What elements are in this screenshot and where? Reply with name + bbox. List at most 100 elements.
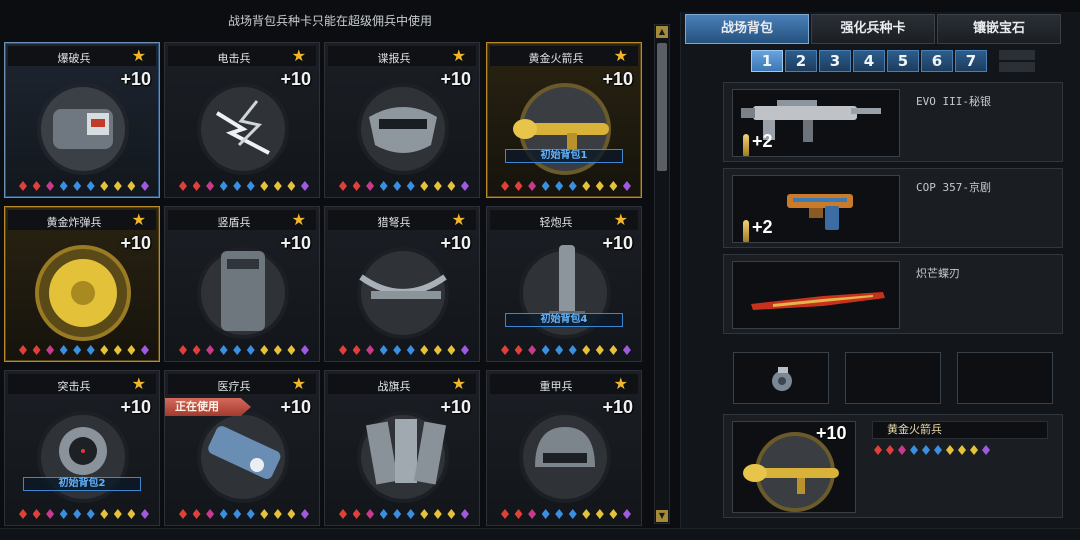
gem-icon [352,181,361,191]
gem-icon [19,509,27,519]
star-icon: ★ [451,46,466,65]
weapon-name: 炽芒蝶刃 [916,267,960,280]
soldier-card[interactable]: 猎弩兵 ★ +10 [324,206,480,362]
gem-icon [420,345,429,355]
soldier-card[interactable]: 战旗兵 ★ +10 [324,370,480,526]
soldier-card[interactable]: 黄金火箭兵 ★ +10 初始背包1 [486,42,642,198]
gem-icon [233,345,242,355]
gem-icon [622,345,631,355]
gem-icon [246,181,255,191]
gem-icon [206,181,215,191]
upgrade-level: +2 [752,131,773,151]
soldier-card[interactable]: 重甲兵 ★ +10 [486,370,642,526]
gem-icon [127,345,136,355]
card-title: 重甲兵 [539,380,573,393]
tab-bar: 战场背包 强化兵种卡 镶嵌宝石 [685,14,1061,44]
card-header: 爆破兵 ★ [8,46,156,66]
tab-upgrade-cards[interactable]: 强化兵种卡 [811,14,935,44]
active-soldier-card[interactable]: +10 黄金火箭兵 [723,414,1063,518]
soldier-card[interactable]: 竖盾兵 ★ +10 [164,206,320,362]
gem-icon [246,345,255,355]
grenade-icon [772,367,792,391]
gem-icon [555,509,564,519]
page-button[interactable]: 4 [853,50,885,72]
star-icon: ★ [613,46,628,65]
gem-icon [300,345,309,355]
scroll-thumb[interactable] [657,43,667,171]
tab-battle-backpack[interactable]: 战场背包 [685,14,809,44]
page-button[interactable]: 1 [751,50,783,72]
page-button[interactable]: 7 [955,50,987,72]
gem-row [874,445,1002,455]
gem-icon [528,345,537,355]
soldier-card[interactable]: 医疗兵 ★ +10 正在使用 [164,370,320,526]
gem-icon [420,509,429,519]
tab-inlay-gems[interactable]: 镶嵌宝石 [937,14,1061,44]
gem-icon [582,345,591,355]
backpack-panel: 战场背包 强化兵种卡 镶嵌宝石 1 2 3 4 5 6 7 +2 EVO III… [680,12,1080,528]
gem-icon [46,181,55,191]
scroll-up-icon[interactable]: ▲ [656,26,668,38]
scrollbar[interactable]: ▲ ▼ [654,24,670,524]
card-title: 谍报兵 [377,52,411,65]
soldier-card[interactable]: 电击兵 ★ +10 [164,42,320,198]
soldier-card[interactable]: 轻炮兵 ★ +10 初始背包4 [486,206,642,362]
gem-icon [32,509,41,519]
card-header: 医疗兵 ★ [168,374,316,394]
soldier-card[interactable]: 突击兵 ★ +10 初始背包2 [4,370,160,526]
soldier-card[interactable]: 爆破兵 ★ +10 [4,42,160,198]
gem-icon [406,345,415,355]
gem-icon [59,345,68,355]
card-header: 电击兵 ★ [168,46,316,66]
gem-icon [260,509,269,519]
upgrade-level: +10 [120,233,151,253]
gem-icon [100,181,109,191]
gem-icon [192,345,201,355]
gem-icon [568,181,577,191]
upgrade-level: +10 [440,233,471,253]
gem-icon [886,445,894,455]
empty-slot[interactable] [957,352,1053,404]
page-button[interactable]: 5 [887,50,919,72]
soldier-card[interactable]: 谍报兵 ★ +10 [324,42,480,198]
gem-icon [59,181,68,191]
gem-icon [352,509,361,519]
melee-weapon-slot[interactable]: 炽芒蝶刃 [723,254,1063,334]
gem-row [19,345,149,355]
page-button[interactable]: 6 [921,50,953,72]
page-button[interactable]: 3 [819,50,851,72]
gem-icon [514,509,523,519]
gem-icon [366,509,375,519]
gem-icon [339,345,347,355]
empty-slot[interactable] [845,352,941,404]
scroll-down-icon[interactable]: ▼ [656,510,668,522]
card-title: 战旗兵 [377,380,411,393]
gem-icon [287,181,296,191]
primary-weapon-slot[interactable]: +2 EVO III-秘银 [723,82,1063,162]
bottom-bar [0,528,1080,540]
grenade-slot[interactable] [733,352,829,404]
gem-icon [934,445,942,455]
gem-icon [898,445,906,455]
weapon-name: EVO III-秘银 [916,95,991,108]
star-icon: ★ [131,210,146,229]
gem-icon [433,509,442,519]
page-spinner[interactable] [999,50,1035,72]
gem-icon [113,509,122,519]
gem-icon [447,181,456,191]
gem-icon [100,345,109,355]
upgrade-level: +10 [120,69,151,89]
page-button[interactable]: 2 [785,50,817,72]
gem-icon [460,181,469,191]
soldier-card[interactable]: 黄金炸弹兵 ★ +10 [4,206,160,362]
gem-icon [501,345,509,355]
gem-row [179,509,309,519]
weapon-name: COP 357-京剧 [916,181,991,194]
upgrade-level: +10 [280,69,311,89]
secondary-weapon-slot[interactable]: +2 COP 357-京剧 [723,168,1063,248]
card-title: 轻炮兵 [539,216,573,229]
gem-icon [541,509,550,519]
gem-icon [460,345,469,355]
gem-icon [273,509,282,519]
card-title: 黄金火箭兵 [528,52,584,65]
